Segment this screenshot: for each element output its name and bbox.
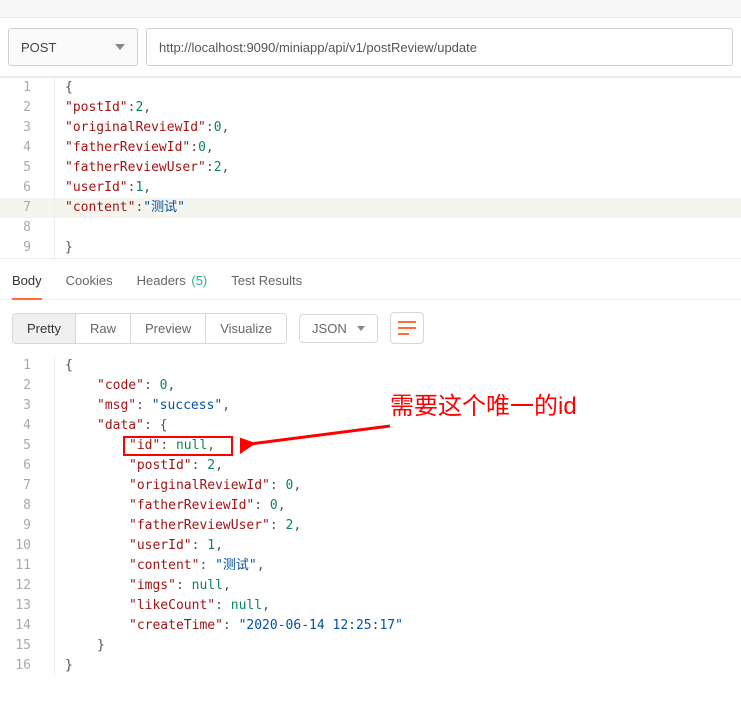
code-line: 14"createTime": "2020-06-14 12:25:17" (0, 616, 741, 636)
chevron-down-icon (115, 44, 125, 50)
view-visualize[interactable]: Visualize (206, 314, 286, 343)
code-line: 3"msg": "success", (0, 396, 741, 416)
request-row: POST http://localhost:9090/miniapp/api/v… (0, 18, 741, 77)
view-raw[interactable]: Raw (76, 314, 131, 343)
code-line: 9} (0, 238, 741, 258)
wrap-lines-button[interactable] (390, 312, 424, 344)
code-line: 16} (0, 656, 741, 676)
code-line: 2"code": 0, (0, 376, 741, 396)
top-toolbar-strip (0, 0, 741, 18)
code-line: 1{ (0, 356, 741, 376)
view-preview[interactable]: Preview (131, 314, 206, 343)
http-method-select[interactable]: POST (8, 28, 138, 66)
tab-body[interactable]: Body (12, 273, 42, 300)
code-line: 11"content": "测试", (0, 556, 741, 576)
tab-headers-label: Headers (137, 273, 186, 288)
format-label: JSON (312, 321, 347, 336)
wrap-icon (398, 321, 416, 335)
code-line: 7"content":"测试" (0, 198, 741, 218)
response-body-viewer[interactable]: 1{2"code": 0,3"msg": "success",4"data": … (0, 356, 741, 676)
view-mode-group: Pretty Raw Preview Visualize (12, 313, 287, 344)
tab-cookies[interactable]: Cookies (66, 273, 113, 299)
code-line: 1{ (0, 78, 741, 98)
code-line: 12"imgs": null, (0, 576, 741, 596)
url-text: http://localhost:9090/miniapp/api/v1/pos… (159, 40, 477, 55)
code-line: 3"originalReviewId":0, (0, 118, 741, 138)
headers-count: (5) (191, 273, 207, 288)
request-body-editor[interactable]: 1{2"postId":2,3"originalReviewId":0,4"fa… (0, 77, 741, 259)
tab-test-results[interactable]: Test Results (231, 273, 302, 299)
tab-headers[interactable]: Headers (5) (137, 273, 208, 299)
code-line: 8 (0, 218, 741, 238)
view-pretty[interactable]: Pretty (13, 314, 76, 343)
chevron-down-icon (357, 326, 365, 331)
http-method-label: POST (21, 40, 56, 55)
code-line: 9"fatherReviewUser": 2, (0, 516, 741, 536)
code-line: 6"postId": 2, (0, 456, 741, 476)
response-view-controls: Pretty Raw Preview Visualize JSON (0, 300, 741, 356)
code-line: 4"data": { (0, 416, 741, 436)
code-line: 7"originalReviewId": 0, (0, 476, 741, 496)
code-line: 6"userId":1, (0, 178, 741, 198)
code-line: 13"likeCount": null, (0, 596, 741, 616)
code-line: 5"fatherReviewUser":2, (0, 158, 741, 178)
format-select[interactable]: JSON (299, 314, 378, 343)
code-line: 8"fatherReviewId": 0, (0, 496, 741, 516)
code-line: 10"userId": 1, (0, 536, 741, 556)
code-line: 15} (0, 636, 741, 656)
response-tabs: Body Cookies Headers (5) Test Results (0, 259, 741, 300)
code-line: 2"postId":2, (0, 98, 741, 118)
code-line: 5"id": null, (0, 436, 741, 456)
code-line: 4"fatherReviewId":0, (0, 138, 741, 158)
url-input[interactable]: http://localhost:9090/miniapp/api/v1/pos… (146, 28, 733, 66)
